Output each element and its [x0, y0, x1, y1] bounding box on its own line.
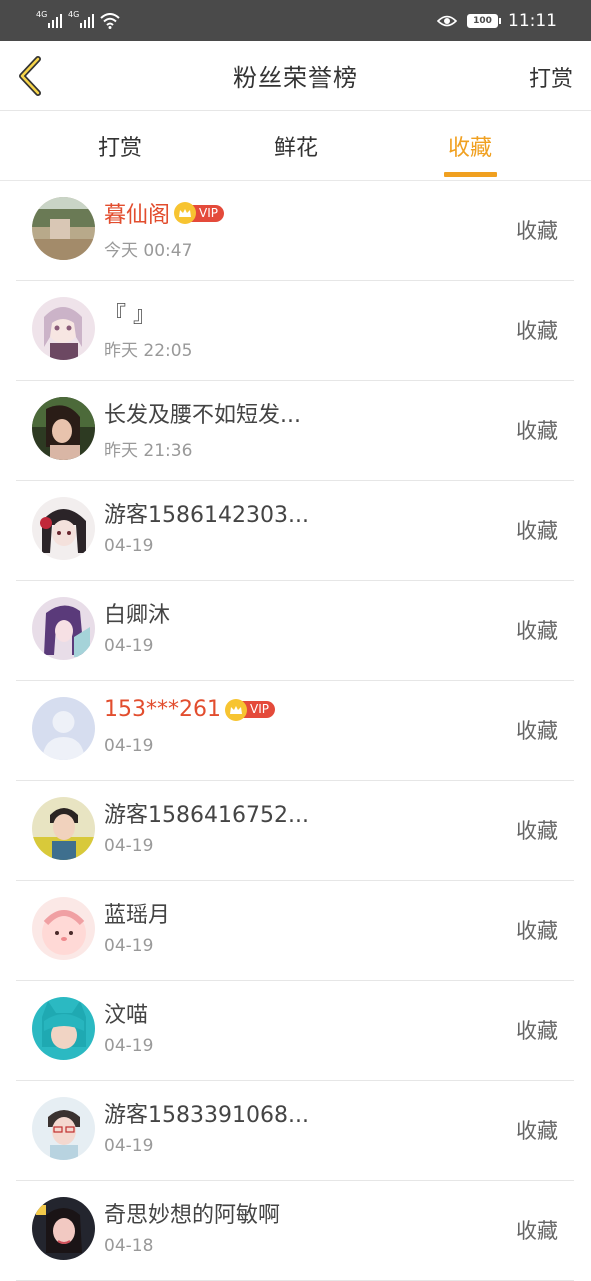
user-name: 游客1583391068... [104, 1103, 309, 1128]
timestamp: 04-19 [104, 536, 154, 556]
user-name: 汶喵 [104, 1003, 149, 1028]
list-item[interactable]: 153***261 VIP 04-19 收藏 [16, 681, 574, 781]
list-item[interactable]: 暮仙阁 VIP 今天 00:47 收藏 [16, 181, 574, 281]
timestamp: 04-18 [104, 1236, 154, 1256]
battery-icon: 100 [467, 13, 501, 28]
action-label: 收藏 [516, 919, 558, 943]
name-line: 长发及腰不如短发... [104, 397, 301, 429]
name-line: 白卿沐 [104, 597, 170, 629]
reward-button[interactable]: 打赏 [529, 61, 573, 93]
user-name: 153***261 [104, 697, 221, 722]
avatar [32, 597, 95, 660]
action-label: 收藏 [516, 519, 558, 543]
cellular-signal-icon: 4G [36, 10, 62, 28]
name-line: 蓝瑶月 [104, 897, 170, 929]
nav-bar: 粉丝荣誉榜 打赏 [0, 41, 591, 111]
wifi-icon [100, 12, 120, 29]
list-item[interactable]: 游客1586142303... 04-19 收藏 [16, 481, 574, 581]
action-label: 收藏 [516, 219, 558, 243]
avatar [32, 897, 95, 960]
name-line: 汶喵 [104, 997, 148, 1029]
timestamp: 04-19 [104, 636, 154, 656]
list-item[interactable]: 『 』 昨天 22:05 收藏 [16, 281, 574, 381]
action-label: 收藏 [516, 1019, 558, 1043]
list-item[interactable]: 游客1586416752... 04-19 收藏 [16, 781, 574, 881]
avatar [32, 1197, 95, 1260]
timestamp: 04-19 [104, 736, 154, 756]
action-label: 收藏 [516, 719, 558, 743]
list-item[interactable]: 汶喵 04-19 收藏 [16, 981, 574, 1081]
user-name: 游客1586142303... [104, 503, 309, 528]
timestamp: 04-19 [104, 936, 154, 956]
user-name: 游客1586416752... [104, 803, 309, 828]
status-bar: 4G 4G 100 11:11 [0, 0, 591, 41]
name-line: 游客1586142303... [104, 497, 309, 529]
list-item[interactable]: 奇思妙想的阿敏啊 04-18 收藏 [16, 1181, 574, 1281]
list-item[interactable]: 长发及腰不如短发... 昨天 21:36 收藏 [16, 381, 574, 481]
tab-flowers[interactable]: 鲜花 [256, 112, 336, 180]
cellular-signal-icon-2: 4G [68, 10, 94, 28]
user-name: 蓝瑶月 [104, 903, 171, 928]
timestamp: 昨天 22:05 [104, 341, 193, 361]
user-name: 奇思妙想的阿敏啊 [104, 1203, 281, 1228]
avatar [32, 297, 95, 360]
action-label: 收藏 [516, 1119, 558, 1143]
list-item[interactable]: 游客1583391068... 04-19 收藏 [16, 1081, 574, 1181]
list-item[interactable]: 白卿沐 04-19 收藏 [16, 581, 574, 681]
name-line: 『 』 [104, 297, 155, 329]
action-label: 收藏 [516, 619, 558, 643]
tab-bar: 打赏 鲜花 收藏 [0, 112, 591, 181]
default-avatar-icon [32, 697, 95, 760]
name-line: 奇思妙想的阿敏啊 [104, 1197, 280, 1229]
tab-reward[interactable]: 打赏 [80, 112, 160, 180]
eye-comfort-icon [437, 15, 457, 26]
timestamp: 04-19 [104, 1036, 154, 1056]
action-label: 收藏 [516, 419, 558, 443]
list-item[interactable]: 蓝瑶月 04-19 收藏 [16, 881, 574, 981]
avatar [32, 197, 95, 260]
name-line: 暮仙阁 VIP [104, 197, 224, 229]
action-label: 收藏 [516, 1219, 558, 1243]
active-tab-indicator [444, 172, 497, 177]
network-type-label: 4G [36, 9, 48, 19]
timestamp: 今天 00:47 [104, 241, 193, 261]
avatar [32, 497, 95, 560]
user-name: 暮仙阁 [104, 203, 171, 228]
tab-favorites[interactable]: 收藏 [430, 112, 510, 180]
vip-badge: VIP [174, 202, 224, 224]
name-line: 游客1586416752... [104, 797, 309, 829]
status-time: 11:11 [508, 10, 557, 31]
avatar [32, 397, 95, 460]
crown-icon [224, 698, 247, 721]
avatar [32, 1097, 95, 1160]
fan-list: 暮仙阁 VIP 今天 00:47 收藏 『 』 昨天 22:05 收藏 长发及腰… [0, 181, 591, 1281]
user-name: 长发及腰不如短发... [104, 403, 301, 428]
timestamp: 昨天 21:36 [104, 441, 193, 461]
action-label: 收藏 [516, 319, 558, 343]
back-chevron-icon[interactable] [14, 55, 48, 97]
battery-level: 100 [473, 15, 492, 26]
user-name: 『 』 [104, 303, 155, 328]
action-label: 收藏 [516, 819, 558, 843]
timestamp: 04-19 [104, 836, 154, 856]
user-name: 白卿沐 [104, 603, 171, 628]
vip-badge: VIP [224, 698, 275, 721]
timestamp: 04-19 [104, 1136, 154, 1156]
status-left: 4G 4G [36, 10, 120, 29]
crown-icon [174, 202, 197, 224]
status-right: 100 11:11 [437, 11, 557, 31]
avatar [32, 797, 95, 860]
avatar [32, 997, 95, 1060]
page-title: 粉丝荣誉榜 [233, 64, 358, 92]
name-line: 游客1583391068... [104, 1097, 309, 1129]
name-line: 153***261 VIP [104, 697, 275, 722]
network-type-label-2: 4G [68, 9, 80, 19]
